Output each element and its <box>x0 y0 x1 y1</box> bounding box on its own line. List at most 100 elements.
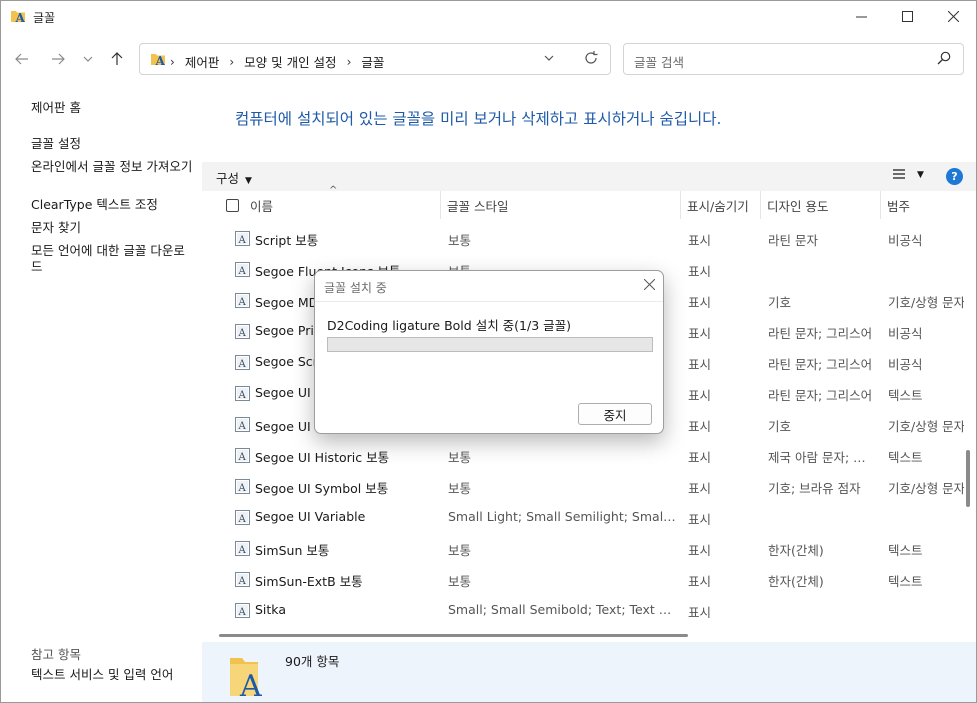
title-bar: A 글꼴 <box>1 1 976 32</box>
column-name[interactable]: 이름 <box>244 191 441 219</box>
breadcrumb: › 제어판 › 모양 및 개인 설정 › 글꼴 <box>170 52 384 71</box>
table-row[interactable]: A Sitka Small; Small Semibold; Text; Text … <box>202 595 964 626</box>
link-control-panel-home[interactable]: 제어판 홈 <box>31 100 196 116</box>
font-file-icon: A <box>235 231 250 246</box>
font-category: 텍스트 <box>888 543 923 558</box>
font-name: Segoe UI Variable <box>255 509 366 524</box>
help-button[interactable]: ? <box>946 168 963 185</box>
font-category: 텍스트 <box>888 450 923 465</box>
organize-button[interactable]: 구성 ▼ <box>216 168 252 187</box>
table-row[interactable]: A SimSun 보통 보통 표시 한자(간체) 텍스트 <box>202 533 964 564</box>
font-style: Small Light; Small Semilight; Small; Sma… <box>448 509 676 524</box>
font-designed-for: 라틴 문자; 그리스어 <box>768 326 873 341</box>
forward-button[interactable] <box>46 47 70 71</box>
svg-text:A: A <box>238 297 247 308</box>
column-show-hide[interactable]: 표시/숨기기 <box>681 191 761 219</box>
font-visibility: 표시 <box>688 481 712 496</box>
column-font-style[interactable]: 글꼴 스타일 <box>441 191 681 219</box>
font-visibility: 표시 <box>688 264 712 279</box>
svg-text:A: A <box>238 514 247 525</box>
up-button[interactable] <box>105 47 129 71</box>
link-text-services[interactable]: 텍스트 서비스 및 입력 언어 <box>31 667 196 683</box>
font-file-icon: A <box>235 448 250 463</box>
breadcrumb-fonts[interactable]: 글꼴 <box>361 52 384 71</box>
font-name: Segoe UI Historic 보통 <box>255 450 390 465</box>
font-style: 보통 <box>448 450 472 465</box>
table-row[interactable]: A Segoe UI Historic 보통 보통 표시 제국 아람 문자; 카로슈티 텍… <box>202 440 964 471</box>
font-visibility: 표시 <box>688 295 712 310</box>
svg-text:A: A <box>238 390 247 401</box>
fonts-folder-large-icon: A <box>230 658 262 698</box>
search-icon[interactable] <box>937 51 951 65</box>
horizontal-scrollbar[interactable] <box>219 634 688 637</box>
install-progress-bar <box>327 337 653 352</box>
svg-text:A: A <box>238 483 247 494</box>
font-visibility: 표시 <box>688 512 712 527</box>
select-all-checkbox[interactable] <box>226 199 239 212</box>
details-pane: A 90개 항목 <box>202 642 976 702</box>
font-designed-for: 기호 <box>768 295 792 310</box>
font-visibility: 표시 <box>688 388 712 403</box>
link-cleartype[interactable]: ClearType 텍스트 조정 <box>31 197 196 213</box>
dialog-divider <box>315 301 663 302</box>
dialog-close-button[interactable] <box>643 276 656 294</box>
search-box[interactable]: 글꼴 검색 <box>623 43 964 75</box>
font-file-icon: A <box>235 603 250 618</box>
left-pane: 제어판 홈 글꼴 설정 온라인에서 글꼴 정보 가져오기 ClearType 텍… <box>1 86 202 702</box>
close-icon <box>643 278 656 291</box>
view-details-icon[interactable] <box>892 167 906 181</box>
table-row[interactable]: A SimSun-ExtB 보통 보통 표시 한자(간체) 텍스트 <box>202 564 964 595</box>
table-row[interactable]: A Segoe UI Symbol 보통 보통 표시 기호; 브라유 점자 기호/상형 문… <box>202 471 964 502</box>
link-get-font-info-online[interactable]: 온라인에서 글꼴 정보 가져오기 <box>31 159 196 175</box>
font-style: 보통 <box>448 574 472 589</box>
refresh-icon[interactable] <box>583 49 599 67</box>
dialog-title: 글꼴 설치 중 <box>324 281 387 295</box>
font-visibility: 표시 <box>688 326 712 341</box>
font-visibility: 표시 <box>688 233 712 248</box>
breadcrumb-separator: › <box>170 54 175 69</box>
font-file-icon: A <box>235 293 250 308</box>
svg-text:A: A <box>238 235 247 246</box>
svg-text:A: A <box>239 669 262 698</box>
vertical-scrollbar[interactable] <box>966 450 970 507</box>
font-file-icon: A <box>235 572 250 587</box>
svg-text:A: A <box>155 54 166 67</box>
font-category: 텍스트 <box>888 388 923 403</box>
breadcrumb-control-panel[interactable]: 제어판 <box>185 52 220 71</box>
column-designed-for[interactable]: 디자인 용도 <box>761 191 881 219</box>
svg-text:A: A <box>238 545 247 556</box>
font-file-icon: A <box>235 386 250 401</box>
close-button[interactable] <box>930 1 976 32</box>
minimize-button[interactable] <box>838 1 884 32</box>
maximize-button[interactable] <box>884 1 930 32</box>
link-font-settings[interactable]: 글꼴 설정 <box>31 136 196 152</box>
font-category: 기호/상형 문자 <box>888 419 964 434</box>
link-find-character[interactable]: 문자 찾기 <box>31 220 196 236</box>
command-bar: 구성 ▼ ▼ ? <box>202 162 976 191</box>
search-placeholder[interactable]: 글꼴 검색 <box>634 52 684 71</box>
address-bar[interactable]: A › 제어판 › 모양 및 개인 설정 › 글꼴 <box>139 43 611 75</box>
column-category[interactable]: 범주 <box>881 191 966 219</box>
fonts-folder-icon: A <box>151 54 166 67</box>
font-designed-for: 라틴 문자; 그리스어 <box>768 388 873 403</box>
recent-locations-button[interactable] <box>76 47 100 71</box>
chevron-down-icon[interactable] <box>544 51 554 65</box>
font-visibility: 표시 <box>688 605 712 620</box>
breadcrumb-appearance[interactable]: 모양 및 개인 설정 <box>244 52 336 71</box>
window-title: 글꼴 <box>33 11 56 25</box>
chevron-down-icon <box>83 56 93 62</box>
font-name: Script 보통 <box>255 233 319 248</box>
caret-down-icon: ▼ <box>245 176 252 186</box>
link-download-all-fonts[interactable]: 모든 언어에 대한 글꼴 다운로드 <box>31 243 196 275</box>
font-file-icon: A <box>235 541 250 556</box>
fonts-window: A 글꼴 A › 제어판 › 모양 및 개인 설정 › 글꼴 글꼴 검색 제어판… <box>0 0 977 703</box>
font-visibility: 표시 <box>688 574 712 589</box>
font-file-icon: A <box>235 510 250 525</box>
back-button[interactable] <box>10 47 34 71</box>
caret-down-icon[interactable]: ▼ <box>917 170 924 180</box>
page-heading: 컴퓨터에 설치되어 있는 글꼴을 미리 보거나 삭제하고 표시하거나 숨깁니다. <box>235 110 722 128</box>
table-row[interactable]: A Script 보통 보통 표시 라틴 문자 비공식 <box>202 223 964 254</box>
stop-button[interactable]: 중지 <box>578 403 652 425</box>
minimize-icon <box>855 16 867 18</box>
table-row[interactable]: A Segoe UI Variable Small Light; Small Sem… <box>202 502 964 533</box>
